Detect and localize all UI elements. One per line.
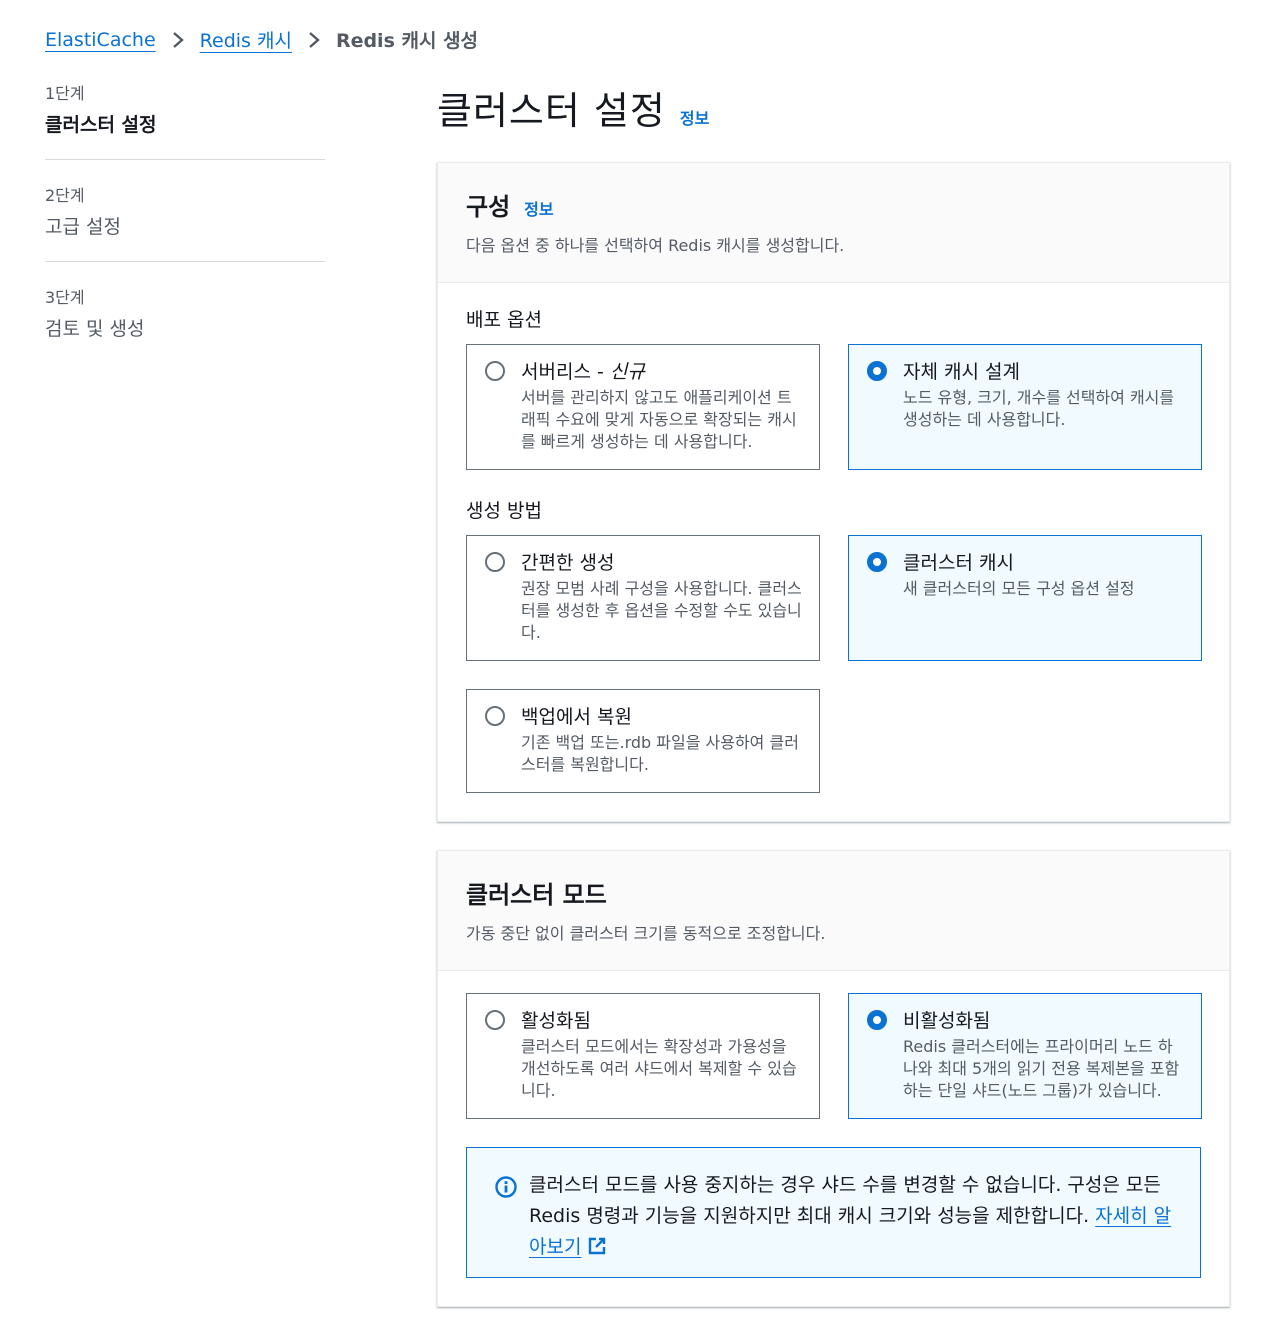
- tile-title: 비활성화됨: [903, 1010, 991, 1032]
- breadcrumb-link-elasticache[interactable]: ElastiCache: [45, 29, 156, 51]
- tile-title: 자체 캐시 설계: [903, 361, 1020, 383]
- breadcrumb-link-redis-cache[interactable]: Redis 캐시: [200, 26, 292, 53]
- easy-create-option[interactable]: 간편한 생성 권장 모범 사례 구성을 사용합니다. 클러스터를 생성한 후 옵…: [466, 535, 820, 661]
- step-3[interactable]: 3단계 검토 및 생성: [45, 284, 325, 363]
- tile-title: 백업에서 복원: [521, 706, 632, 728]
- breadcrumb: ElastiCache Redis 캐시 Redis 캐시 생성: [45, 26, 478, 53]
- panel-title: 구성: [466, 193, 511, 221]
- step-title: 클러스터 설정: [45, 114, 157, 136]
- step-number: 1단계: [45, 84, 85, 103]
- radio-button[interactable]: [485, 361, 505, 381]
- external-link-icon[interactable]: [587, 1235, 607, 1255]
- tile-description: 서버를 관리하지 않고도 애플리케이션 트래픽 수요에 맞게 자동으로 확장되는…: [521, 388, 797, 451]
- tile-title: 활성화됨: [521, 1010, 591, 1032]
- chevron-right-icon: [156, 31, 200, 49]
- cluster-mode-disabled-option[interactable]: 비활성화됨 Redis 클러스터에는 프라이머리 노드 하나와 최대 5개의 읽…: [848, 993, 1202, 1119]
- cluster-mode-panel: 클러스터 모드 가동 중단 없이 클러스터 크기를 동적으로 조정합니다. 활성…: [437, 850, 1230, 1307]
- panel-header: 구성 정보 다음 옵션 중 하나를 선택하여 Redis 캐시를 생성합니다.: [438, 163, 1229, 283]
- configuration-panel: 구성 정보 다음 옵션 중 하나를 선택하여 Redis 캐시를 생성합니다. …: [437, 162, 1230, 822]
- new-tag: 신규: [609, 361, 645, 383]
- step-number: 3단계: [45, 288, 85, 307]
- page-header: 클러스터 설정 정보: [437, 80, 1230, 133]
- tile-description: 새 클러스터의 모든 구성 옵션 설정: [903, 579, 1135, 598]
- panel-header: 클러스터 모드 가동 중단 없이 클러스터 크기를 동적으로 조정합니다.: [438, 851, 1229, 971]
- tile-description: 클러스터 모드에서는 확장성과 가용성을 개선하도록 여러 샤드에서 복제할 수…: [521, 1037, 797, 1100]
- page-title: 클러스터 설정: [437, 89, 666, 133]
- cluster-mode-enabled-option[interactable]: 활성화됨 클러스터 모드에서는 확장성과 가용성을 개선하도록 여러 샤드에서 …: [466, 993, 820, 1119]
- tile-description: 노드 유형, 크기, 개수를 선택하여 캐시를 생성하는 데 사용합니다.: [903, 388, 1175, 429]
- radio-button-selected[interactable]: [867, 552, 887, 572]
- creation-method-label: 생성 방법: [466, 500, 542, 522]
- serverless-option[interactable]: 서버리스 - 신규 서버를 관리하지 않고도 애플리케이션 트래픽 수요에 맞게…: [466, 344, 820, 470]
- cluster-cache-option[interactable]: 클러스터 캐시 새 클러스터의 모든 구성 옵션 설정: [848, 535, 1202, 661]
- radio-button[interactable]: [485, 1010, 505, 1030]
- step-title: 고급 설정: [45, 216, 121, 238]
- radio-button[interactable]: [485, 706, 505, 726]
- step-number: 2단계: [45, 186, 85, 205]
- main-content: 클러스터 설정 정보 구성 정보 다음 옵션 중 하나를 선택하여 Redis …: [437, 80, 1230, 1335]
- panel-title: 클러스터 모드: [466, 881, 607, 909]
- radio-button-selected[interactable]: [867, 1010, 887, 1030]
- chevron-right-icon: [292, 31, 336, 49]
- tile-description: 권장 모범 사례 구성을 사용합니다. 클러스터를 생성한 후 옵션을 수정할 …: [521, 579, 802, 642]
- breadcrumb-current: Redis 캐시 생성: [335, 30, 479, 52]
- tile-description: 기존 백업 또는.rdb 파일을 사용하여 클러스터를 복원합니다.: [521, 733, 799, 774]
- panel-description: 가동 중단 없이 클러스터 크기를 동적으로 조정합니다.: [466, 924, 826, 943]
- info-icon: [495, 1176, 517, 1198]
- tile-description: Redis 클러스터에는 프라이머리 노드 하나와 최대 5개의 읽기 전용 복…: [903, 1037, 1180, 1100]
- alert-message: 클러스터 모드를 사용 중지하는 경우 샤드 수를 변경할 수 없습니다. 구성…: [529, 1174, 1161, 1227]
- wizard-steps: 1단계 클러스터 설정 2단계 고급 설정 3단계 검토 및 생성: [45, 80, 325, 385]
- step-title: 검토 및 생성: [45, 318, 145, 340]
- step-2[interactable]: 2단계 고급 설정: [45, 182, 325, 262]
- tile-title: 클러스터 캐시: [903, 552, 1014, 574]
- info-alert: 클러스터 모드를 사용 중지하는 경우 샤드 수를 변경할 수 없습니다. 구성…: [466, 1147, 1201, 1278]
- tile-title: 서버리스 -: [521, 361, 610, 383]
- step-1[interactable]: 1단계 클러스터 설정: [45, 80, 325, 160]
- tile-title: 간편한 생성: [521, 552, 615, 574]
- page-info-link[interactable]: 정보: [680, 105, 709, 129]
- config-info-link[interactable]: 정보: [524, 196, 553, 220]
- panel-description: 다음 옵션 중 하나를 선택하여 Redis 캐시를 생성합니다.: [466, 236, 845, 255]
- design-own-cache-option[interactable]: 자체 캐시 설계 노드 유형, 크기, 개수를 선택하여 캐시를 생성하는 데 …: [848, 344, 1202, 470]
- deploy-option-label: 배포 옵션: [466, 309, 542, 331]
- radio-button-selected[interactable]: [867, 361, 887, 381]
- radio-button[interactable]: [485, 552, 505, 572]
- restore-from-backup-option[interactable]: 백업에서 복원 기존 백업 또는.rdb 파일을 사용하여 클러스터를 복원합니…: [466, 689, 820, 793]
